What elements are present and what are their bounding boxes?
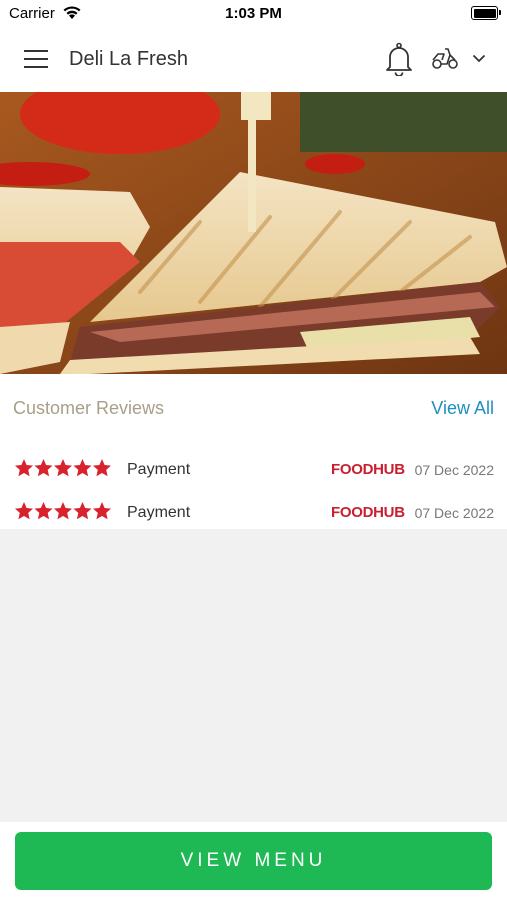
view-all-link[interactable]: View All [431,398,494,419]
review-label: Payment [127,504,191,521]
bottom-action-bar: VIEW MENU [0,822,507,900]
status-bar: Carrier 1:03 PM [0,0,507,28]
view-menu-button[interactable]: VIEW MENU [15,832,492,890]
battery-icon [471,6,501,20]
delivery-scooter-icon[interactable] [430,46,460,70]
clock: 1:03 PM [225,5,282,22]
review-date: 07 Dec 2022 [414,462,494,478]
review-item: Payment FOODHUB 07 Dec 2022 [0,452,507,488]
hamburger-menu-icon[interactable] [24,50,48,68]
review-label: Payment [127,461,191,478]
app-header: Deli La Fresh [0,28,507,92]
customer-reviews-section: Customer Reviews View All Payment FOODHU… [0,374,507,529]
hero-image [0,92,507,374]
reviews-heading: Customer Reviews [13,398,165,418]
chevron-down-icon[interactable] [472,54,486,63]
bell-icon[interactable] [384,42,414,76]
rating-stars [15,459,111,477]
foodhub-logo: FOODHUB [331,461,405,478]
review-date: 07 Dec 2022 [414,505,494,521]
restaurant-title: Deli La Fresh [69,48,188,70]
foodhub-logo: FOODHUB [331,504,405,521]
rating-stars [15,502,111,520]
sandwich-photo [0,92,507,374]
review-item: Payment FOODHUB 07 Dec 2022 [0,495,507,531]
